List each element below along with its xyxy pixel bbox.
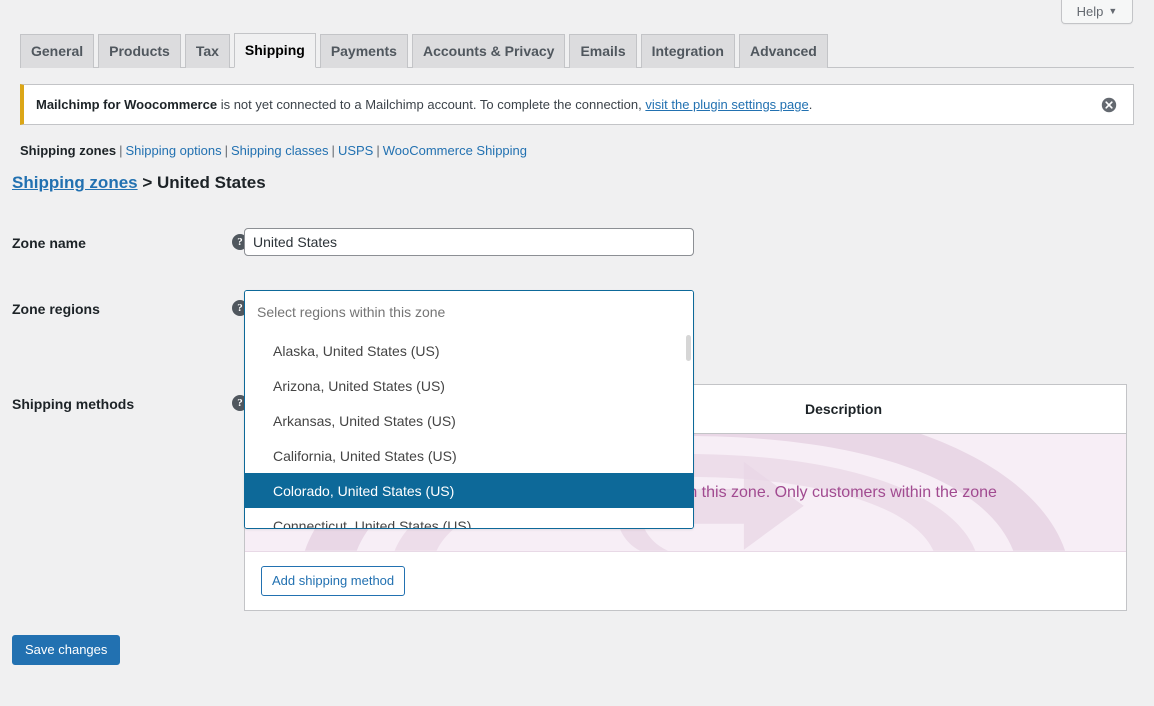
settings-tabs: GeneralProductsTaxShippingPaymentsAccoun… — [20, 35, 1134, 68]
notice-text-before-link: is not yet connected to a Mailchimp acco… — [217, 97, 645, 112]
tab-accounts-privacy[interactable]: Accounts & Privacy — [412, 34, 566, 68]
subnav-item-woocommerce-shipping[interactable]: WooCommerce Shipping — [383, 138, 527, 164]
breadcrumb-parent-link[interactable]: Shipping zones — [12, 173, 138, 192]
mailchimp-notice: Mailchimp for Woocommerce is not yet con… — [20, 84, 1134, 125]
breadcrumb-current: United States — [157, 173, 266, 192]
notice-plugin-name: Mailchimp for Woocommerce — [36, 97, 217, 112]
page-title: Shipping zones > United States — [12, 172, 266, 194]
dropdown-option[interactable]: Alaska, United States (US) — [245, 333, 693, 368]
subnav-item-usps[interactable]: USPS — [338, 138, 373, 164]
dropdown-option[interactable]: Colorado, United States (US) — [245, 473, 693, 508]
zone-name-input[interactable] — [244, 228, 694, 256]
shipping-subnav: Shipping zones|Shipping options|Shipping… — [20, 138, 527, 164]
dropdown-option[interactable]: California, United States (US) — [245, 438, 693, 473]
shipping-methods-footer: Add shipping method — [245, 552, 1126, 610]
help-button[interactable]: Help ▼ — [1061, 0, 1133, 24]
tab-integration[interactable]: Integration — [641, 34, 735, 68]
subnav-item-shipping-options[interactable]: Shipping options — [125, 138, 221, 164]
tab-products[interactable]: Products — [98, 34, 181, 68]
subnav-separator: | — [329, 138, 338, 164]
subnav-separator: | — [373, 138, 382, 164]
help-button-label: Help — [1077, 4, 1104, 19]
tab-advanced[interactable]: Advanced — [739, 34, 828, 68]
add-shipping-method-button[interactable]: Add shipping method — [261, 566, 405, 596]
zone-regions-search-area[interactable] — [245, 291, 693, 333]
save-changes-button[interactable]: Save changes — [12, 635, 120, 665]
subnav-item-shipping-zones: Shipping zones — [20, 138, 116, 164]
zone-regions-select: Alaska, United States (US)Arizona, Unite… — [244, 290, 694, 529]
help-button-wrapper: Help ▼ — [1061, 0, 1133, 24]
dropdown-scrollbar[interactable] — [686, 335, 691, 526]
tab-tax[interactable]: Tax — [185, 34, 230, 68]
shipping-methods-label: Shipping methods — [12, 395, 134, 413]
column-header-description: Description — [795, 385, 1126, 434]
zone-regions-label: Zone regions — [12, 300, 100, 318]
tab-payments[interactable]: Payments — [320, 34, 408, 68]
notice-settings-link[interactable]: visit the plugin settings page — [645, 97, 808, 112]
subnav-item-shipping-classes[interactable]: Shipping classes — [231, 138, 329, 164]
zone-regions-options-list[interactable]: Alaska, United States (US)Arizona, Unite… — [245, 333, 693, 528]
breadcrumb-separator: > — [142, 173, 152, 192]
dropdown-option[interactable]: Connecticut, United States (US) — [245, 508, 693, 528]
dropdown-scrollbar-thumb[interactable] — [686, 335, 691, 361]
tab-general[interactable]: General — [20, 34, 94, 68]
zone-name-label: Zone name — [12, 234, 86, 252]
zone-name-row: Zone name ? — [12, 228, 1142, 288]
dismiss-icon[interactable] — [1099, 95, 1119, 115]
dropdown-option[interactable]: Arizona, United States (US) — [245, 368, 693, 403]
tab-emails[interactable]: Emails — [569, 34, 636, 68]
subnav-separator: | — [222, 138, 231, 164]
tab-shipping[interactable]: Shipping — [234, 33, 316, 68]
dropdown-option[interactable]: Arkansas, United States (US) — [245, 403, 693, 438]
notice-text: Mailchimp for Woocommerce is not yet con… — [36, 95, 1099, 115]
zone-regions-select-box: Alaska, United States (US)Arizona, Unite… — [244, 290, 694, 529]
subnav-separator: | — [116, 138, 125, 164]
zone-regions-search-input[interactable] — [257, 304, 681, 320]
chevron-down-icon: ▼ — [1108, 7, 1117, 16]
notice-text-after-link: . — [809, 97, 813, 112]
